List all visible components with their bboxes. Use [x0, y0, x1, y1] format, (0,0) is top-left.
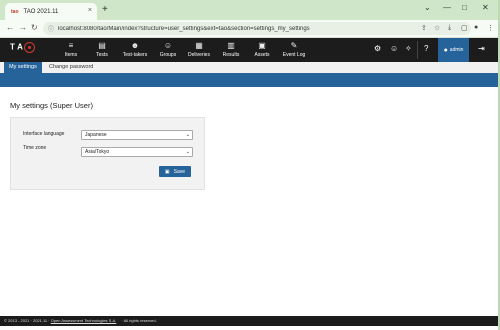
- maximize-icon[interactable]: □: [462, 3, 467, 12]
- nav-event-log[interactable]: ✎ Event Log: [279, 41, 309, 59]
- section-tabs: My settings Change password: [0, 62, 498, 73]
- time-zone-label: Time zone: [23, 145, 47, 151]
- nav-results[interactable]: ▥ Results: [216, 41, 246, 59]
- browser-tab-strip: tao TAO 2021.11 × + ⌄ — □ ✕: [0, 0, 498, 20]
- nav-test-takers[interactable]: ☻ Test-takers: [120, 41, 150, 59]
- download-icon[interactable]: ⤓: [448, 24, 451, 32]
- save-label: Save: [173, 168, 186, 175]
- test-takers-icon: ☻: [130, 41, 140, 50]
- nav-test-takers-label: Test-takers: [122, 52, 148, 58]
- nav-groups[interactable]: ☺ Groups: [153, 41, 183, 59]
- address-bar[interactable]: ⓘ localhost:8080/tao/Main/index?structur…: [43, 22, 471, 35]
- nav-event-log-label: Event Log: [282, 52, 306, 58]
- nav-deliveries-label: Deliveries: [188, 52, 210, 58]
- address-url[interactable]: localhost:8080/tao/Main/index?structure=…: [58, 26, 418, 32]
- browser-window: tao TAO 2021.11 × + ⌄ — □ ✕ ← → ↻ ⓘ loca…: [0, 0, 500, 330]
- nav-deliveries[interactable]: ▦ Deliveries: [184, 41, 214, 59]
- tao-favicon-icon: tao: [11, 8, 19, 15]
- browser-menu-icon[interactable]: ⋮: [487, 24, 494, 32]
- assets-icon: ▣: [258, 41, 266, 50]
- reload-icon[interactable]: ↻: [31, 23, 38, 33]
- results-icon: ▥: [227, 41, 235, 50]
- logout-icon[interactable]: ⇥: [478, 44, 485, 53]
- tab-my-settings[interactable]: My settings: [4, 62, 42, 73]
- footer-company-link[interactable]: Open Assessment Technologies S.A.: [51, 318, 117, 323]
- tao-logo-mark-icon: [23, 42, 35, 53]
- nav-tests-label: Tests: [96, 52, 108, 58]
- user-menu-button[interactable]: ● admin: [438, 38, 469, 62]
- groups-icon: ☺: [163, 41, 173, 50]
- minimize-icon[interactable]: —: [443, 3, 451, 12]
- nav-assets-label: Assets: [254, 52, 270, 58]
- nav-items-label: Items: [64, 52, 78, 58]
- nav-results-label: Results: [222, 52, 240, 58]
- profile-icon[interactable]: ●: [474, 24, 478, 31]
- header-divider: [417, 41, 418, 59]
- settings-gears-icon[interactable]: ⚙: [374, 44, 381, 53]
- chevron-down-icon: ⌄: [185, 132, 190, 138]
- interface-language-select[interactable]: Japanese ⌄: [81, 130, 193, 140]
- browser-tab-title: TAO 2021.11: [23, 8, 59, 15]
- save-button[interactable]: ▣ Save: [159, 166, 191, 177]
- share-icon[interactable]: ⇪: [421, 24, 427, 32]
- close-window-icon[interactable]: ✕: [482, 3, 489, 12]
- time-zone-value: Asia/Tokyo: [85, 149, 110, 155]
- nav-groups-label: Groups: [159, 52, 177, 58]
- tao-header: T A ≡ Items ▤ Tests ☻ Test-takers ☺ Grou…: [0, 38, 498, 62]
- nav-tests[interactable]: ▤ Tests: [87, 41, 117, 59]
- user-icon: ●: [443, 46, 448, 54]
- save-icon: ▣: [164, 168, 170, 175]
- back-icon[interactable]: ←: [6, 23, 14, 33]
- forward-icon[interactable]: →: [19, 23, 27, 33]
- bookmark-star-icon[interactable]: ☆: [434, 24, 440, 32]
- event-log-icon: ✎: [290, 41, 298, 50]
- list-icon: ≡: [68, 41, 74, 50]
- settings-form: Interface language Japanese ⌄ Time zone …: [10, 117, 205, 190]
- users-icon[interactable]: ☺: [390, 44, 398, 53]
- new-tab-button[interactable]: +: [102, 4, 108, 16]
- close-tab-icon[interactable]: ×: [88, 7, 92, 14]
- page-title: My settings (Super User): [10, 101, 93, 110]
- user-name: admin: [449, 47, 464, 53]
- footer-rights: · All rights reserved.: [121, 318, 157, 323]
- nav-assets[interactable]: ▣ Assets: [247, 41, 277, 59]
- help-icon[interactable]: ?: [424, 44, 428, 53]
- time-zone-select[interactable]: Asia/Tokyo ⌄: [81, 147, 193, 157]
- tests-icon: ▤: [98, 41, 106, 50]
- tao-logo[interactable]: T A: [10, 42, 35, 53]
- footer-copyright: © 2013 - 2021 · 2021.11 ·: [4, 318, 50, 323]
- footer: © 2013 - 2021 · 2021.11 · Open Assessmen…: [0, 316, 498, 326]
- nav-items[interactable]: ≡ Items: [56, 41, 86, 59]
- tools-wrench-icon[interactable]: ✧: [405, 44, 412, 53]
- extensions-icon[interactable]: ▢: [461, 24, 468, 32]
- interface-language-label: Interface language: [23, 131, 65, 137]
- tab-search-icon[interactable]: ⌄: [424, 3, 431, 12]
- browser-toolbar: ← → ↻ ⓘ localhost:8080/tao/Main/index?st…: [0, 20, 498, 38]
- action-bar: [0, 73, 498, 87]
- tab-change-password[interactable]: Change password: [44, 62, 98, 73]
- browser-tab[interactable]: tao TAO 2021.11 ×: [5, 3, 97, 20]
- chevron-down-icon: ⌄: [185, 149, 190, 155]
- interface-language-value: Japanese: [85, 132, 107, 138]
- deliveries-icon: ▦: [195, 41, 203, 50]
- site-info-icon[interactable]: ⓘ: [48, 24, 54, 33]
